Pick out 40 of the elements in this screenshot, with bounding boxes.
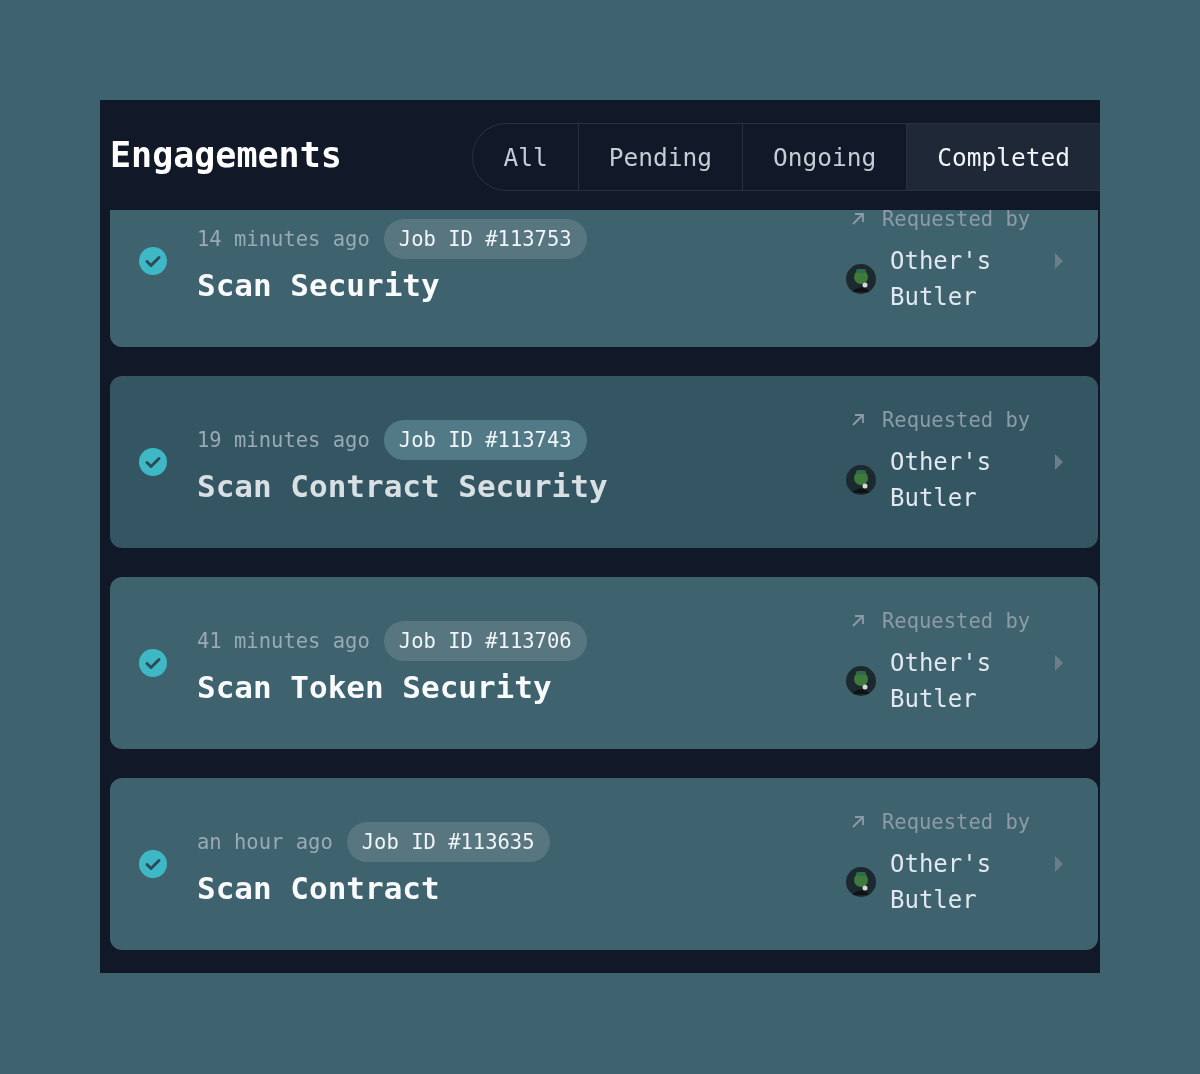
caret-right-icon[interactable]: [1054, 654, 1064, 672]
requester-name: Other's Butler: [890, 447, 993, 514]
job-id-badge: Job ID #113635: [346, 822, 550, 862]
job-card[interactable]: 41 minutes ago Job ID #113706 Scan Token Security Requested by Other's Butler: [110, 577, 1098, 749]
requested-by-label: Requested by: [882, 609, 1031, 633]
requester-name: Other's Butler: [890, 849, 993, 916]
job-card[interactable]: 14 minutes ago Job ID #113753 Scan Security Requested by Other's Butler: [110, 210, 1098, 347]
job-title: Scan Token Security: [197, 669, 553, 705]
requested-by-label: Requested by: [882, 408, 1031, 432]
arrow-up-right-icon: [850, 211, 866, 227]
arrow-up-right-icon: [850, 814, 866, 830]
arrow-up-right-icon: [850, 412, 866, 428]
filter-tab[interactable]: Completed: [906, 124, 1100, 190]
caret-right-icon[interactable]: [1054, 252, 1064, 270]
filter-tab[interactable]: All: [473, 124, 578, 190]
job-id-badge: Job ID #113706: [383, 621, 587, 661]
time-ago: 41 minutes ago: [197, 629, 370, 653]
time-ago: an hour ago: [197, 830, 333, 854]
requester-name: Other's Butler: [890, 648, 993, 715]
job-card[interactable]: an hour ago Job ID #113635 Scan Contract Requested by Other's Butler: [110, 778, 1098, 950]
avatar-icon: [846, 264, 876, 294]
requested-by-label: Requested by: [882, 810, 1031, 834]
avatar-icon: [846, 666, 876, 696]
job-title: Scan Contract: [197, 870, 441, 906]
job-title: Scan Contract Security: [197, 468, 609, 504]
caret-right-icon[interactable]: [1054, 855, 1064, 873]
requester-name: Other's Butler: [890, 246, 993, 313]
avatar-icon: [846, 867, 876, 897]
time-ago: 14 minutes ago: [197, 227, 370, 251]
avatar-icon: [846, 465, 876, 495]
job-id-badge: Job ID #113743: [383, 420, 587, 460]
job-title: Scan Security: [197, 267, 441, 303]
filter-tab[interactable]: Pending: [577, 124, 742, 190]
requested-by-label: Requested by: [882, 210, 1031, 231]
caret-right-icon[interactable]: [1054, 453, 1064, 471]
job-id-badge: Job ID #113753: [383, 219, 587, 259]
page-title: Engagements: [110, 135, 342, 175]
job-card[interactable]: 19 minutes ago Job ID #113743 Scan Contract Security Requested by Other's Butler: [110, 376, 1098, 548]
time-ago: 19 minutes ago: [197, 428, 370, 452]
arrow-up-right-icon: [850, 613, 866, 629]
